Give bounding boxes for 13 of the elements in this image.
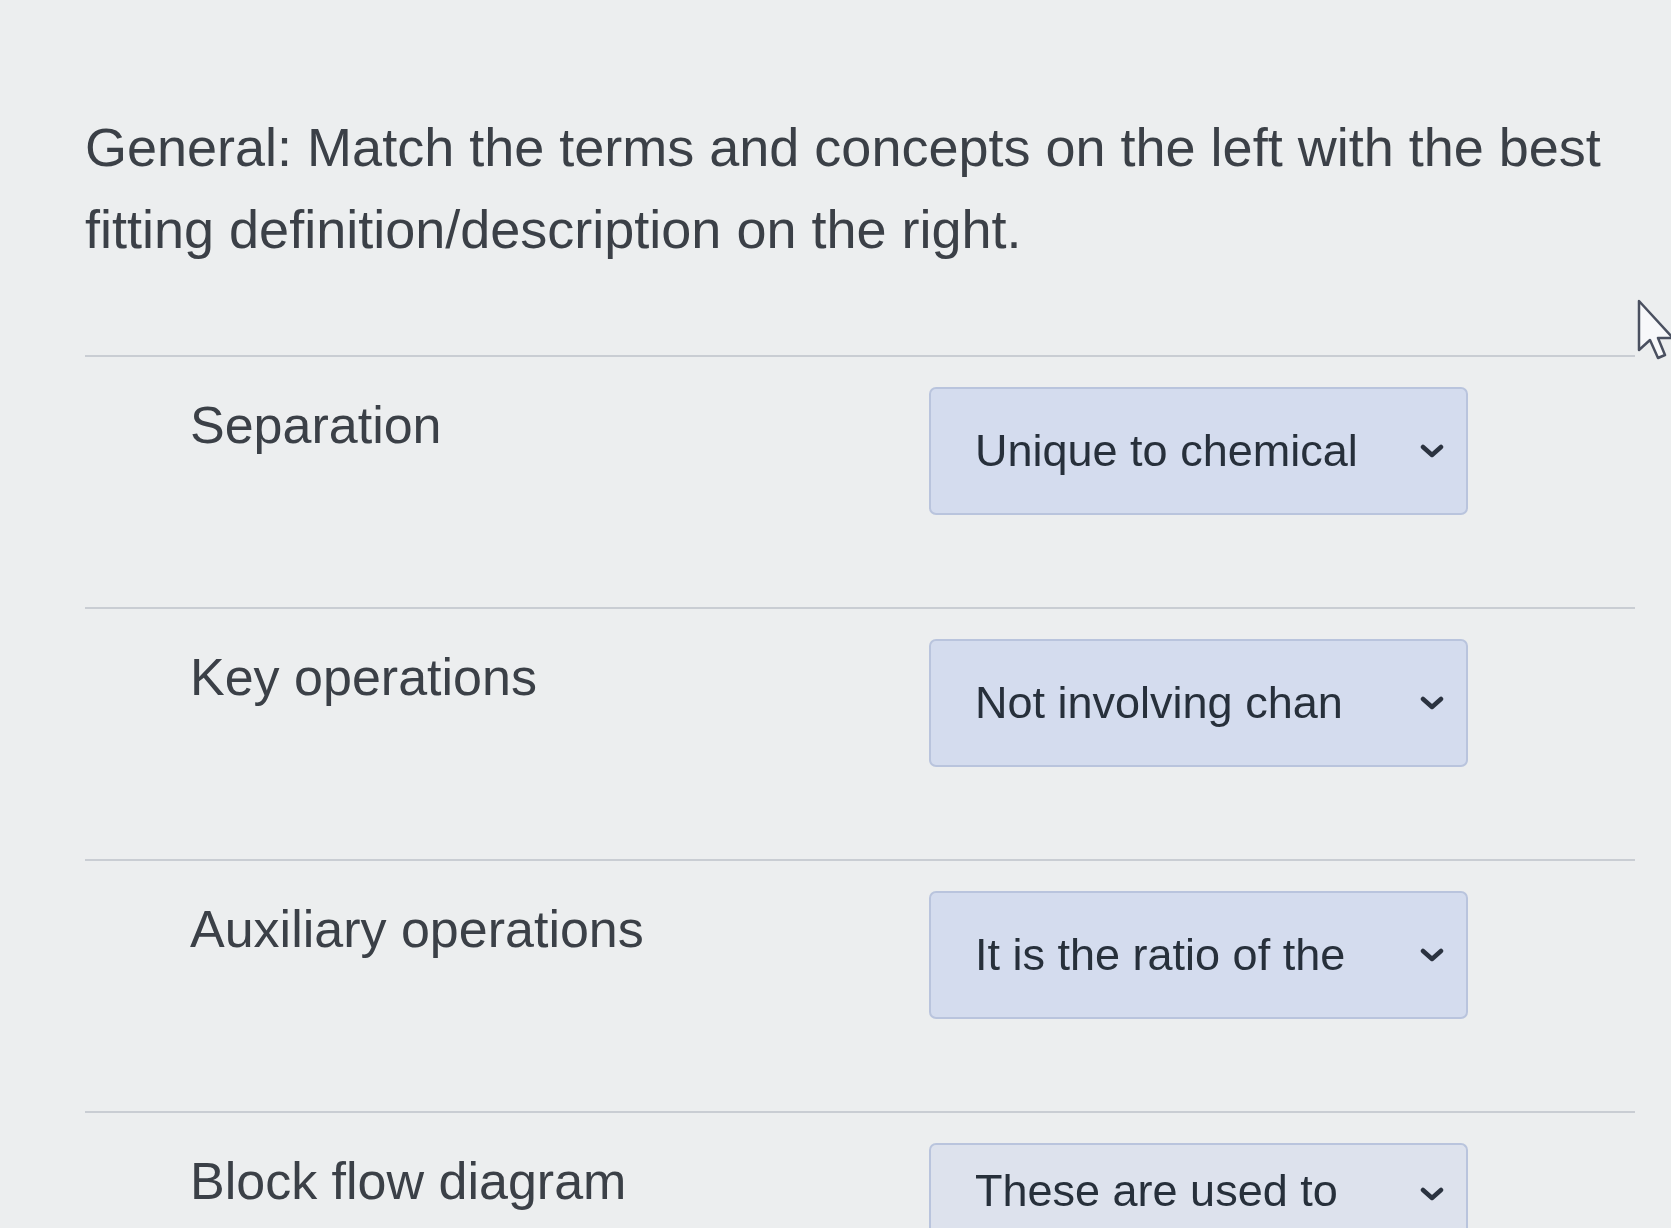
question-prompt: General: Match the terms and concepts on the left with the best fitting definition/description on the right. xyxy=(85,116,1602,261)
chevron-down-icon xyxy=(1420,948,1444,962)
answer-dropdown[interactable]: It is the ratio of the xyxy=(929,891,1468,1019)
chevron-down-icon xyxy=(1420,1187,1444,1201)
term-label: Auxiliary operations xyxy=(190,899,644,960)
term-label: Separation xyxy=(190,395,442,456)
answer-dropdown[interactable]: Not involving chan xyxy=(929,639,1468,767)
term-label: Block flow diagram xyxy=(190,1151,627,1212)
chevron-down-icon xyxy=(1420,444,1444,458)
chevron-down-icon xyxy=(1420,696,1444,710)
answer-dropdown[interactable]: Unique to chemical xyxy=(929,387,1468,515)
term-label: Key operations xyxy=(190,647,537,708)
answer-dropdown[interactable]: These are used to xyxy=(929,1143,1468,1228)
